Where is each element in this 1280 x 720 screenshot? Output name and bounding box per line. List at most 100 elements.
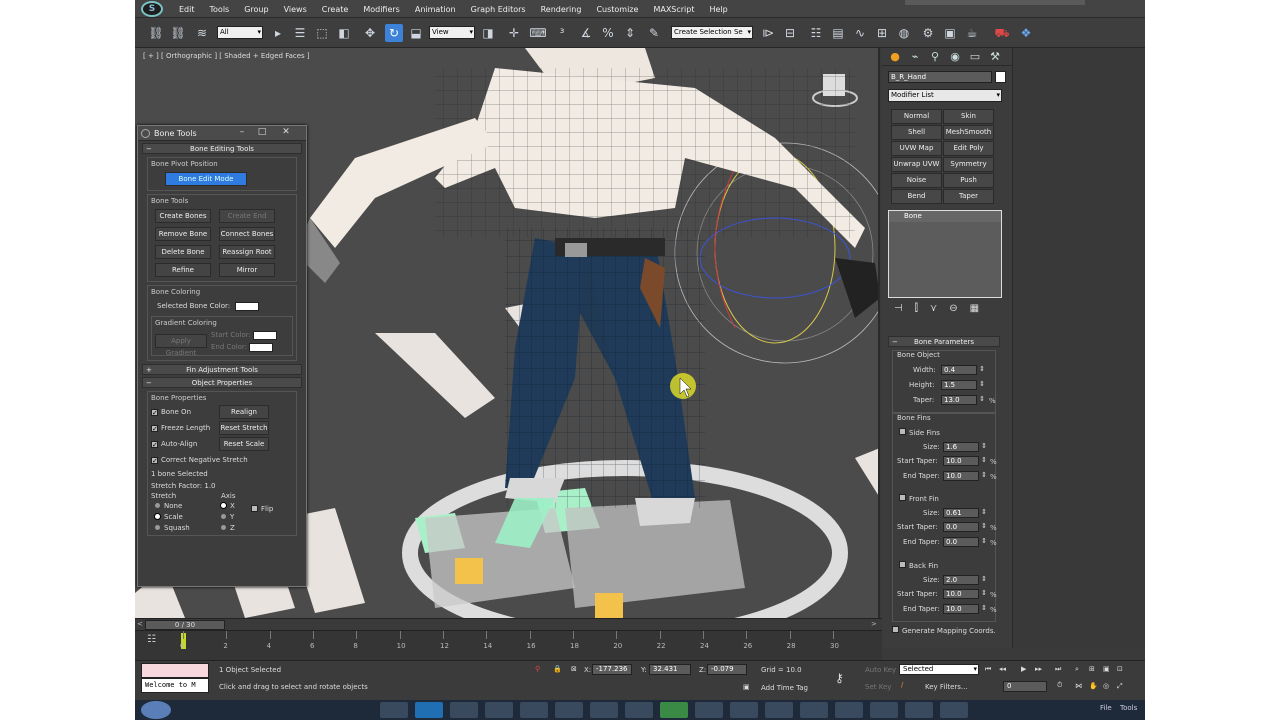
window-crossing-icon[interactable]: ◧ — [335, 24, 353, 42]
add-time-tag[interactable]: Add Time Tag — [761, 684, 808, 692]
fin-adjustment-rollout[interactable]: + Fin Adjustment Tools — [142, 364, 302, 375]
time-config-icon[interactable]: ⏱ — [1057, 681, 1062, 690]
bone-tools-titlebar[interactable]: Bone Tools – □ ✕ — [138, 126, 306, 141]
taskbar-app[interactable] — [765, 702, 793, 718]
taskbar-app[interactable] — [415, 702, 443, 718]
object-name-field[interactable]: B_R_Hand — [888, 71, 992, 83]
zoom-icon[interactable]: ⌕ — [1075, 665, 1079, 674]
keyboard-shortcut-icon[interactable]: ⌨ — [529, 24, 547, 42]
taskbar-app[interactable] — [660, 702, 688, 718]
reassign-root-button[interactable]: Reassign Root — [219, 245, 275, 259]
stretch-squash-radio[interactable] — [155, 525, 160, 530]
taskbar-app[interactable] — [555, 702, 583, 718]
modifier-list-dropdown[interactable]: Modifier List — [888, 89, 1002, 102]
graphite-ribbon-icon[interactable]: ▤ — [829, 24, 847, 42]
angle-snap-icon[interactable]: ∡ — [577, 24, 595, 42]
menu-modifiers[interactable]: Modifiers — [363, 5, 400, 14]
rect-selection-icon[interactable]: ⬚ — [313, 24, 331, 42]
minimize-icon[interactable]: – — [234, 127, 250, 139]
manipulate-icon[interactable]: ✛ — [505, 24, 523, 42]
material-editor-icon[interactable]: ◍ — [895, 24, 913, 42]
taskbar-app[interactable] — [450, 702, 478, 718]
modifier-skin-button[interactable]: Skin — [943, 109, 994, 124]
percent-snap-icon[interactable]: % — [599, 24, 617, 42]
front-start-taper-spinner[interactable]: 0.0 — [943, 522, 987, 532]
absolute-mode-icon[interactable]: ⊠ — [571, 665, 577, 673]
current-frame-field[interactable]: 0 — [1003, 681, 1047, 692]
back-size-spinner[interactable]: 2.0 — [943, 575, 987, 585]
side-size-spinner[interactable]: 1.6 — [943, 442, 987, 452]
prev-frame-icon[interactable]: < — [137, 620, 143, 628]
reset-stretch-button[interactable]: Reset Stretch — [219, 421, 269, 435]
snaps-toggle-icon[interactable]: ³ — [553, 24, 571, 42]
taskbar-app[interactable] — [835, 702, 863, 718]
realign-button[interactable]: Realign — [219, 405, 269, 419]
width-spinner[interactable]: 0.4 — [941, 365, 985, 375]
refine-button[interactable]: Refine — [155, 263, 211, 277]
display-tab-icon[interactable]: ▭ — [968, 50, 982, 64]
select-object-icon[interactable]: ▸ — [269, 24, 287, 42]
select-and-link-icon[interactable]: ⛓ — [147, 24, 165, 42]
menu-animation[interactable]: Animation — [415, 5, 456, 14]
side-fins-checkbox[interactable] — [899, 428, 906, 435]
select-by-name-icon[interactable]: ☰ — [291, 24, 309, 42]
reset-scale-button[interactable]: Reset Scale — [219, 437, 269, 451]
curve-editor-icon[interactable]: ∿ — [851, 24, 869, 42]
back-start-taper-spinner[interactable]: 10.0 — [943, 589, 987, 599]
render-production-icon[interactable]: ☕ — [963, 24, 981, 42]
side-start-taper-spinner[interactable]: 10.0 — [943, 456, 987, 466]
pin-stack-icon[interactable]: ⊣ — [894, 303, 903, 314]
spinner-snap-icon[interactable]: ⇕ — [621, 24, 639, 42]
curve-editor-mini-icon[interactable]: ☷ — [147, 634, 156, 645]
named-selection-set-dropdown[interactable]: Create Selection Se — [671, 26, 753, 39]
front-fin-checkbox[interactable] — [899, 494, 906, 501]
perspective-viewport[interactable]: [ + ] [ Orthographic ] [ Shaded + Edged … — [135, 48, 880, 618]
generate-mapping-checkbox[interactable] — [892, 626, 899, 633]
remove-modifier-icon[interactable]: ⊖ — [949, 303, 957, 314]
selected-bone-color-swatch[interactable] — [234, 301, 259, 311]
back-end-taper-spinner[interactable]: 10.0 — [943, 604, 987, 614]
taskbar-app[interactable] — [380, 702, 408, 718]
title-search-box[interactable] — [905, 0, 1085, 5]
taskbar-app[interactable] — [695, 702, 723, 718]
taskbar-app[interactable] — [590, 702, 618, 718]
mirror-icon[interactable]: ⧐ — [759, 24, 777, 42]
time-slider-knob[interactable]: 0 / 30 — [145, 620, 225, 630]
stretch-none-radio[interactable] — [155, 503, 160, 508]
maxscript-listener-top[interactable] — [141, 663, 209, 678]
taskbar-app[interactable] — [485, 702, 513, 718]
align-icon[interactable]: ⊟ — [781, 24, 799, 42]
menu-graph-editors[interactable]: Graph Editors — [471, 5, 526, 14]
bone-parameters-rollout[interactable]: − Bone Parameters — [888, 336, 1000, 347]
next-frame-icon[interactable]: > — [871, 620, 877, 628]
menu-create[interactable]: Create — [322, 5, 349, 14]
go-to-start-icon[interactable]: ⏮ — [985, 665, 991, 674]
zoom-extents-icon[interactable]: ▣ — [1103, 665, 1110, 673]
modifier-unwrapuvw-button[interactable]: Unwrap UVW — [891, 157, 942, 172]
modifier-stack[interactable]: Bone — [888, 210, 1002, 298]
remove-bone-button[interactable]: Remove Bone — [155, 227, 211, 241]
object-color-swatch[interactable] — [995, 71, 1006, 83]
front-end-taper-spinner[interactable]: 0.0 — [943, 537, 987, 547]
modifier-shell-button[interactable]: Shell — [891, 125, 942, 140]
render-setup-icon[interactable]: ⚙ — [919, 24, 937, 42]
modifier-bend-button[interactable]: Bend — [891, 189, 942, 204]
isolate-icon[interactable]: ⚲ — [535, 665, 540, 673]
object-properties-rollout[interactable]: − Object Properties — [142, 377, 302, 388]
back-fin-checkbox[interactable] — [899, 561, 906, 568]
lock-selection-icon[interactable]: 🔒 — [553, 665, 562, 673]
taskbar-app[interactable] — [800, 702, 828, 718]
taskbar-app[interactable] — [870, 702, 898, 718]
modifier-symmetry-button[interactable]: Symmetry — [943, 157, 994, 172]
bind-space-warp-icon[interactable]: ≋ — [193, 24, 211, 42]
next-key-icon[interactable]: ▸▸ — [1035, 665, 1042, 673]
schematic-view-icon[interactable]: ⊞ — [873, 24, 891, 42]
make-unique-icon[interactable]: ⋎ — [930, 303, 937, 314]
mirror-button[interactable]: Mirror — [219, 263, 275, 277]
bone-tools-dialog[interactable]: Bone Tools – □ ✕ − Bone Editing Tools Bon… — [137, 125, 307, 587]
height-spinner[interactable]: 1.5 — [941, 380, 985, 390]
scale-icon[interactable]: ⬓ — [407, 24, 425, 42]
show-end-result-icon[interactable]: ⫿ — [915, 303, 918, 314]
menu-tools[interactable]: Tools — [210, 5, 230, 14]
modifier-normal-button[interactable]: Normal — [891, 109, 942, 124]
